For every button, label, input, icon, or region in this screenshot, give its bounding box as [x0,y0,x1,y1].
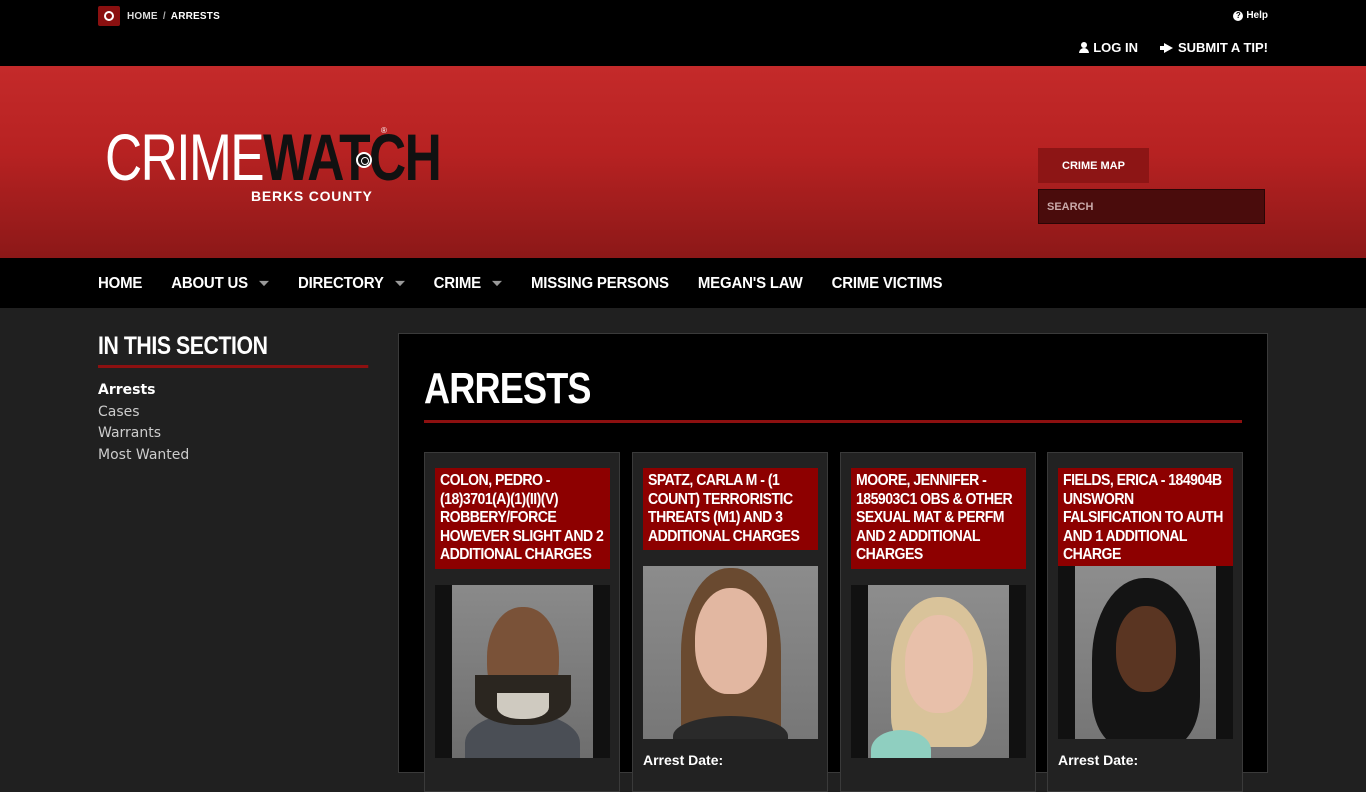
nav-label: CRIME [433,274,482,292]
nav-about-us[interactable]: ABOUT US [171,274,269,292]
breadcrumb-separator: / [162,11,166,22]
nav-megans-law[interactable]: MEGAN'S LAW [698,274,803,292]
nav-directory[interactable]: DIRECTORY [298,274,405,292]
mugshot-photo[interactable] [1058,566,1233,739]
crime-map-button[interactable]: CRIME MAP [1038,148,1149,183]
arrest-card[interactable]: COLON, PEDRO - (18)3701(A)(1)(II)(V) ROB… [424,452,620,792]
section-sidebar: IN THIS SECTION Arrests Cases Warrants M… [98,332,369,467]
nav-home[interactable]: HOME [98,274,142,292]
submit-tip-label: SUBMIT A TIP! [1177,40,1268,55]
nav-label: CRIME VICTIMS [831,274,943,292]
megaphone-icon [1159,43,1174,53]
mugshot-photo[interactable] [435,585,610,758]
crimewatch-logo[interactable]: CRIME WATCH ® BERKS COUNTY [105,120,535,204]
account-links: LOG IN SUBMIT A TIP! [1079,40,1268,55]
arrests-panel: ARRESTS COLON, PEDRO - (18)3701(A)(1)(II… [398,333,1268,792]
breadcrumb-home[interactable]: HOME [127,11,158,22]
submit-tip-link[interactable]: SUBMIT A TIP! [1159,40,1268,55]
main-nav: HOME ABOUT US DIRECTORY CRIME MISSING PE… [0,258,1366,308]
breadcrumb: HOME / ARRESTS [127,11,220,22]
logo-crime-text: CRIME [105,120,265,194]
nav-label: MEGAN'S LAW [697,274,803,292]
arrest-card-title-text: FIELDS, ERICA - 184904B UNSWORN FALSIFIC… [1063,472,1223,563]
sidebar-item-cases[interactable]: Cases [98,402,368,424]
caret-down-icon [258,280,269,286]
help-label: Help [1246,10,1268,21]
nav-label: HOME [98,274,143,292]
arrest-card-title-text: COLON, PEDRO - (18)3701(A)(1)(II)(V) ROB… [440,472,604,563]
login-label: LOG IN [1093,40,1138,55]
top-bar: HOME / ARRESTS ? Help LOG IN SUBMIT A TIP! [0,0,1366,66]
arrest-card-title[interactable]: SPATZ, CARLA M - (1 COUNT) TERRORISTIC T… [643,468,818,550]
caret-down-icon [394,280,405,286]
site-header: CRIME WATCH ® BERKS COUNTY CRIME MAP [0,66,1366,258]
arrest-date-label: Arrest Date: [1058,752,1139,768]
nav-crime[interactable]: CRIME [434,274,502,292]
page-title: ARRESTS [424,364,591,413]
arrest-card[interactable]: FIELDS, ERICA - 184904B UNSWORN FALSIFIC… [1047,452,1243,792]
sidebar-item-arrests[interactable]: Arrests [98,380,368,402]
user-icon [1079,42,1090,53]
nav-label: DIRECTORY [297,274,384,292]
arrest-card-title-text: SPATZ, CARLA M - (1 COUNT) TERRORISTIC T… [648,472,800,545]
sidebar-item-most-wanted[interactable]: Most Wanted [98,445,368,467]
logo-eye-icon [356,152,372,168]
breadcrumb-current: ARRESTS [170,11,220,22]
help-link[interactable]: ? Help [1233,10,1268,21]
logo-county-text: BERKS COUNTY [251,188,373,204]
sidebar-item-warrants[interactable]: Warrants [98,423,368,445]
nav-missing-persons[interactable]: MISSING PERSONS [531,274,669,292]
logo-registered-mark: ® [381,126,387,135]
arrest-card-title-text: MOORE, JENNIFER - 185903C1 OBS & OTHER S… [856,472,1013,563]
nav-label: MISSING PERSONS [531,274,669,292]
arrest-card[interactable]: MOORE, JENNIFER - 185903C1 OBS & OTHER S… [840,452,1036,792]
crimewatch-eye-icon[interactable] [98,6,120,26]
mugshot-photo[interactable] [851,585,1026,758]
arrest-card-title[interactable]: COLON, PEDRO - (18)3701(A)(1)(II)(V) ROB… [435,468,610,569]
logo-watch-text: WATCH [263,120,442,194]
arrest-card-title[interactable]: MOORE, JENNIFER - 185903C1 OBS & OTHER S… [851,468,1026,569]
sidebar-title: IN THIS SECTION [98,332,369,368]
arrest-card-title[interactable]: FIELDS, ERICA - 184904B UNSWORN FALSIFIC… [1058,468,1233,569]
nav-label: ABOUT US [171,274,248,292]
title-divider [424,420,1242,423]
arrest-date-label: Arrest Date: [643,752,724,768]
login-link[interactable]: LOG IN [1079,40,1138,55]
nav-crime-victims[interactable]: CRIME VICTIMS [832,274,943,292]
search-input[interactable] [1038,189,1265,224]
question-circle-icon: ? [1233,10,1244,21]
caret-down-icon [492,280,502,286]
arrest-card[interactable]: SPATZ, CARLA M - (1 COUNT) TERRORISTIC T… [632,452,828,792]
mugshot-photo[interactable] [643,566,818,739]
